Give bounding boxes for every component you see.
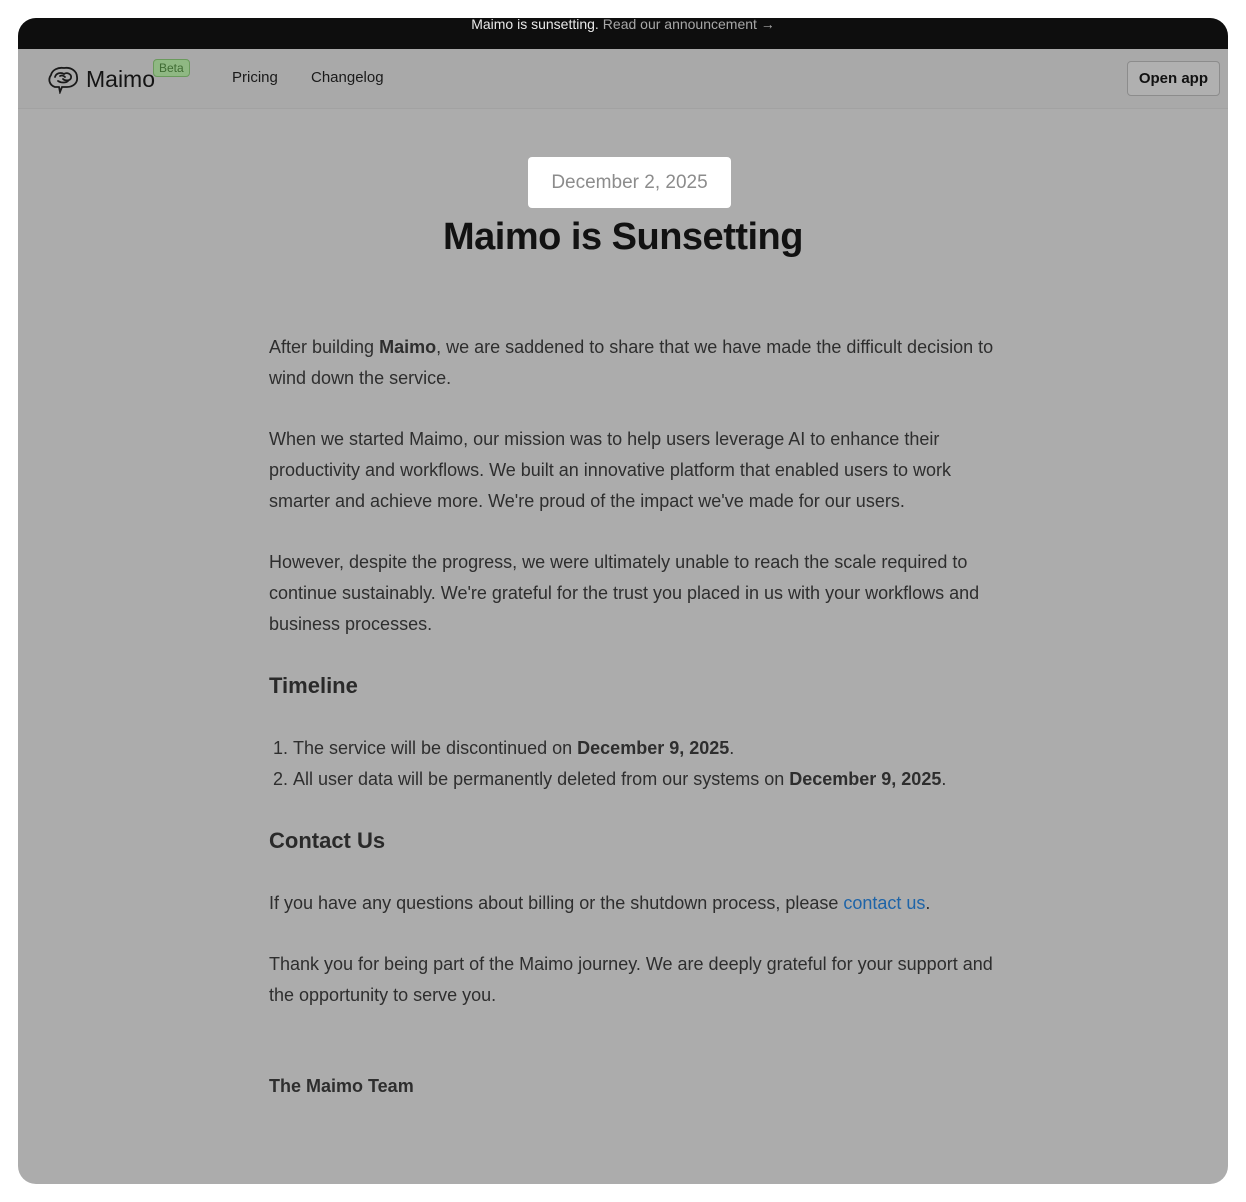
nav-link-changelog[interactable]: Changelog	[311, 69, 384, 86]
contact-us-link[interactable]: contact us	[843, 893, 925, 913]
contact-heading: Contact Us	[269, 828, 386, 853]
paragraph-intro: After building Maimo, we are saddened to…	[269, 337, 994, 388]
list-item: The service will be discontinued on Dece…	[293, 733, 999, 764]
brand-mention: Maimo	[379, 337, 437, 357]
announcement-message: Maimo is sunsetting.	[471, 18, 599, 32]
nav-link-pricing[interactable]: Pricing	[232, 69, 278, 86]
article-body: After building Maimo, we are saddened to…	[269, 332, 999, 1102]
top-nav: Maimo Beta Pricing Changelog Open app	[18, 49, 1228, 109]
page-frame: Maimo is sunsetting. Read our announceme…	[18, 18, 1228, 1184]
post-date: December 2, 2025	[528, 157, 731, 208]
open-app-button[interactable]: Open app	[1126, 61, 1220, 96]
paragraph-contact: If you have any questions about billing …	[269, 893, 931, 913]
announcement-bar: Maimo is sunsetting. Read our announceme…	[18, 18, 1228, 49]
paragraph-reason: However, despite the progress, we were u…	[269, 552, 980, 634]
paragraph-thanks: Thank you for being part of the Maimo jo…	[269, 954, 993, 1005]
signature: The Maimo Team	[269, 1076, 414, 1096]
beta-badge: Beta	[153, 59, 190, 77]
brand-logo-link[interactable]: Maimo	[46, 64, 155, 94]
page-title: Maimo is Sunsetting	[443, 216, 803, 258]
list-item: All user data will be permanently delete…	[293, 764, 999, 795]
brand-name: Maimo	[86, 65, 156, 92]
announcement-link[interactable]: Read our announcement →	[603, 18, 775, 31]
paragraph-mission: When we started Maimo, our mission was t…	[269, 429, 952, 511]
brain-icon	[48, 66, 79, 94]
timeline-list: The service will be discontinued on Dece…	[269, 733, 999, 795]
timeline-heading: Timeline	[269, 673, 358, 698]
